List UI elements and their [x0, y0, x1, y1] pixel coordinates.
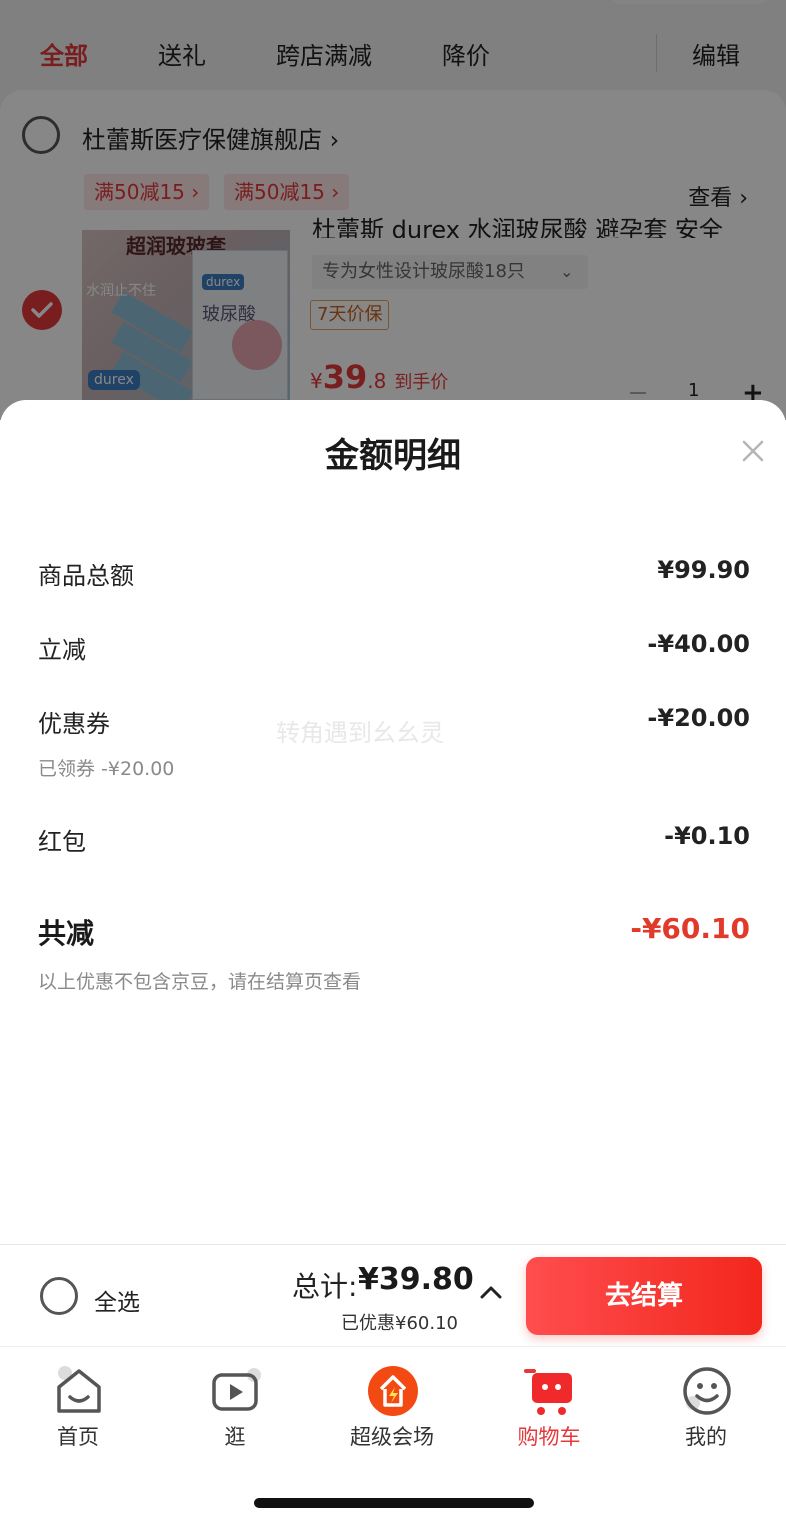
tab-home[interactable]: 首页: [13, 1361, 143, 1457]
sheet-title: 金额明细: [325, 436, 461, 476]
select-all-label[interactable]: 全选: [94, 1283, 140, 1317]
cart-icon: [524, 1369, 572, 1415]
tab-browse-label: 逛: [224, 1425, 246, 1449]
checkout-button[interactable]: 去结算: [526, 1257, 762, 1335]
tab-cart-label: 购物车: [517, 1425, 581, 1449]
watermark-text: 转角遇到幺幺灵: [276, 719, 444, 747]
instant-discount-value: -¥40.00: [647, 630, 750, 658]
total-label: 总计:: [292, 1270, 358, 1303]
coupon-label: 优惠券: [38, 710, 110, 738]
instant-discount-label: 立减: [38, 636, 86, 664]
super-venue-icon: [368, 1366, 418, 1416]
cart-background: 全部 送礼 跨店满减 降价 编辑 杜蕾斯医疗保健旗舰店 › 满50减15 › 满…: [0, 0, 786, 430]
tab-browse[interactable]: 逛: [170, 1361, 300, 1457]
chevron-up-icon[interactable]: [480, 1285, 502, 1299]
video-play-icon: [212, 1368, 261, 1411]
total-discount-label: 共减: [38, 917, 95, 950]
profile-smile-icon: [683, 1367, 731, 1415]
tab-home-label: 首页: [57, 1425, 99, 1449]
tab-super-venue-label: 超级会场: [350, 1425, 434, 1449]
goods-total-label: 商品总额: [38, 562, 134, 590]
total-discount-value: -¥60.10: [630, 912, 750, 945]
discount-note: 以上优惠不包含京豆，请在结算页查看: [38, 971, 362, 993]
tab-cart[interactable]: 购物车: [484, 1361, 614, 1457]
saved-amount: 已优惠¥60.10: [341, 1313, 458, 1334]
coupon-claimed-note: 已领券 -¥20.00: [38, 758, 175, 780]
close-icon[interactable]: [740, 438, 766, 464]
coupon-value: -¥20.00: [647, 704, 750, 732]
total-price: ¥39.80: [358, 1262, 474, 1297]
tab-super-venue[interactable]: 超级会场: [327, 1361, 457, 1457]
checkout-bar: 全选 总计: ¥39.80 已优惠¥60.10 去结算: [0, 1244, 786, 1346]
home-icon: [57, 1366, 101, 1413]
red-packet-label: 红包: [38, 828, 86, 856]
tab-profile[interactable]: 我的: [641, 1361, 771, 1457]
home-indicator[interactable]: [254, 1498, 534, 1508]
tab-profile-label: 我的: [685, 1425, 727, 1449]
goods-total-value: ¥99.90: [657, 556, 750, 584]
select-all-radio[interactable]: [40, 1277, 78, 1315]
red-packet-value: -¥0.10: [664, 822, 750, 850]
modal-overlay[interactable]: [0, 0, 786, 420]
